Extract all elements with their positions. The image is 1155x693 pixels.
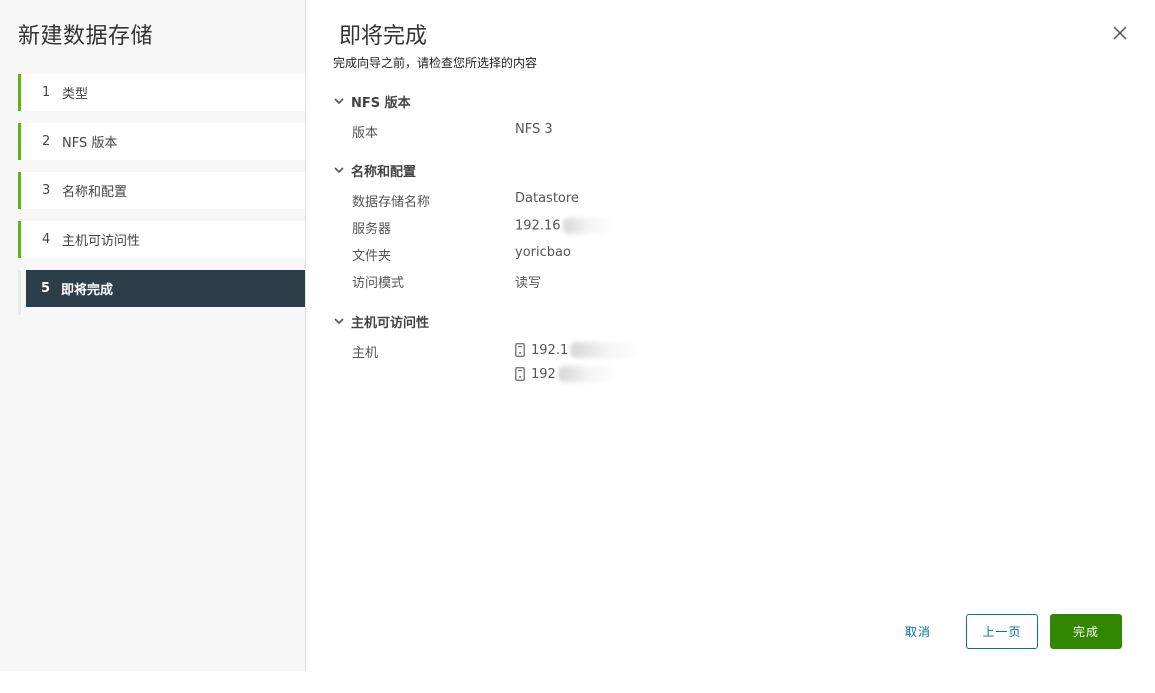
server-address: 192.16 (515, 218, 561, 234)
wizard-main: 即将完成 完成向导之前，请检查您所选择的内容 NFS 版本 版本 NFS 3 名… (306, 0, 1155, 693)
row-key: 数据存储名称 (352, 195, 431, 210)
step-number: 2 (42, 134, 51, 149)
step-number: 5 (41, 281, 51, 296)
step-label: 即将完成 (61, 283, 114, 298)
section-host-access: 主机可访问性 主机 192.1 192 (333, 311, 833, 401)
page-title: 即将完成 (339, 24, 428, 49)
chevron-down-icon (334, 318, 344, 325)
step-label: 类型 (62, 87, 89, 102)
redacted-blur (562, 218, 613, 234)
section-title: NFS 版本 (351, 95, 411, 111)
section-title: 名称和配置 (351, 164, 417, 180)
step-label: 名称和配置 (62, 185, 128, 200)
back-button[interactable]: 上一页 (966, 614, 1038, 649)
server-icon (515, 367, 525, 381)
cancel-button[interactable]: 取消 (893, 614, 943, 649)
chevron-down-icon (334, 167, 344, 174)
step-host-access[interactable]: 4 主机可访问性 (18, 221, 305, 258)
row-key: 文件夹 (352, 249, 392, 264)
host-address: 192 (531, 366, 556, 382)
section-nfs-version: NFS 版本 版本 NFS 3 (333, 91, 833, 144)
summary-row: 版本 NFS 3 (333, 117, 833, 144)
step-ready-to-complete[interactable]: 5 即将完成 (26, 270, 305, 307)
step-nfs-version[interactable]: 2 NFS 版本 (18, 123, 305, 160)
page-subtitle: 完成向导之前，请检查您所选择的内容 (333, 56, 538, 70)
step-type[interactable]: 1 类型 (18, 74, 305, 111)
summary-row: 数据存储名称 Datastore (333, 186, 833, 213)
step-rail (18, 270, 21, 315)
row-key: 访问模式 (352, 276, 405, 291)
step-number: 3 (42, 183, 51, 198)
step-number: 1 (42, 85, 51, 100)
finish-button[interactable]: 完成 (1050, 614, 1122, 649)
step-label: 主机可访问性 (62, 234, 141, 249)
redacted-blur (557, 366, 618, 382)
summary-row: 访问模式 读写 (333, 267, 833, 294)
row-value: NFS 3 (515, 122, 553, 137)
wizard-sidebar: 新建数据存储 1 类型 2 NFS 版本 3 名称和配置 4 主机可访问性 5 … (0, 0, 306, 671)
wizard-steps: 1 类型 2 NFS 版本 3 名称和配置 4 主机可访问性 5 即将完成 (18, 74, 305, 319)
row-value: yoricbao (515, 245, 571, 260)
close-icon[interactable] (1111, 24, 1129, 42)
summary-row: 主机 192.1 192 (333, 337, 833, 397)
wizard-title: 新建数据存储 (18, 24, 154, 49)
step-label: NFS 版本 (62, 136, 118, 151)
chevron-down-icon (334, 98, 344, 105)
row-value: 192.16 (515, 218, 613, 234)
step-name-config[interactable]: 3 名称和配置 (18, 172, 305, 209)
redacted-blur (570, 342, 641, 358)
summary-row: 文件夹 yoricbao (333, 240, 833, 267)
summary-row: 服务器 192.16 (333, 213, 833, 240)
step-number: 4 (42, 232, 51, 247)
row-value: 读写 (515, 276, 542, 291)
server-icon (515, 343, 525, 357)
host-item[interactable]: 192 (515, 366, 618, 382)
section-title: 主机可访问性 (351, 315, 430, 331)
row-key: 服务器 (352, 222, 392, 237)
host-item[interactable]: 192.1 (515, 342, 641, 358)
section-header[interactable]: 主机可访问性 (333, 311, 833, 331)
section-name-config: 名称和配置 数据存储名称 Datastore 服务器 192.16 文件夹 yo… (333, 160, 833, 294)
row-value: Datastore (515, 191, 579, 206)
row-key: 主机 (352, 346, 379, 361)
row-key: 版本 (352, 126, 379, 141)
section-header[interactable]: 名称和配置 (333, 160, 833, 180)
section-header[interactable]: NFS 版本 (333, 91, 833, 111)
host-address: 192.1 (531, 342, 569, 358)
